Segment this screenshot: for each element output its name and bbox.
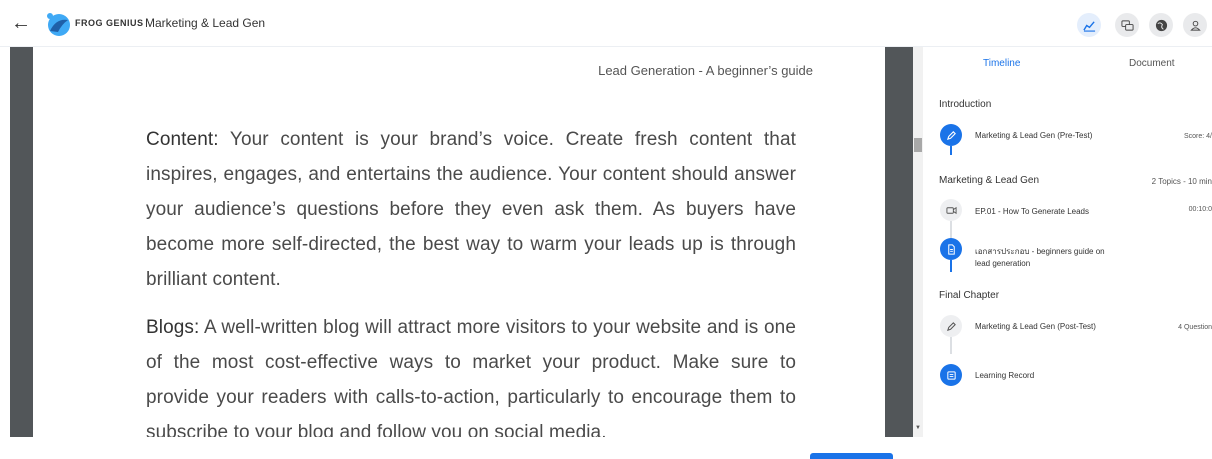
scrollbar-thumb[interactable]: [914, 138, 922, 152]
list-item[interactable]: EP.01 - How To Generate Leads: [975, 206, 1110, 218]
back-arrow-icon[interactable]: ←: [11, 12, 33, 34]
timeline-connector: [950, 146, 952, 155]
document-page: Lead Generation - A beginner’s guide Con…: [33, 47, 885, 437]
timeline-connector: [950, 221, 952, 238]
bottom-bar: [0, 437, 923, 456]
section-title: Final Chapter: [939, 290, 1000, 301]
document-icon: [940, 238, 962, 260]
video-icon: [940, 199, 962, 221]
item-questions: 4 Question: [1178, 324, 1212, 331]
course-sidebar: Timeline Document Introduction Marketing…: [923, 47, 1212, 456]
tab-document[interactable]: Document: [1129, 58, 1175, 69]
scroll-down-arrow-icon[interactable]: ▼: [915, 425, 921, 431]
page-running-header: Lead Generation - A beginner’s guide: [598, 63, 813, 78]
user-icon[interactable]: [1183, 13, 1207, 37]
item-duration: 00:10:0: [1188, 206, 1212, 213]
brand-name: FROG GENIUS: [75, 18, 144, 28]
timeline-connector: [950, 337, 952, 354]
vertical-scrollbar[interactable]: ▼: [913, 47, 923, 437]
pencil-icon: [940, 315, 962, 337]
item-score: Score: 4/: [1183, 133, 1212, 140]
chart-icon[interactable]: [1077, 13, 1101, 37]
paragraph-content: Content: Your content is your brand’s vo…: [146, 122, 796, 297]
section-final-chapter: Final Chapter: [939, 290, 1212, 301]
next-button[interactable]: [810, 453, 893, 459]
section-introduction: Introduction: [939, 99, 1212, 110]
paragraph-blogs: Blogs: A well-written blog will attract …: [146, 310, 796, 437]
timeline-connector: [950, 260, 952, 272]
course-title: Marketing & Lead Gen: [145, 16, 266, 30]
list-item[interactable]: Learning Record: [975, 370, 1110, 382]
record-icon: [940, 364, 962, 386]
list-item[interactable]: เอกสารประกอบ - beginners guide on lead g…: [975, 246, 1110, 270]
frog-genius-logo: [44, 10, 72, 38]
globe-icon[interactable]: [1149, 13, 1173, 37]
section-title: Marketing & Lead Gen: [939, 175, 1040, 186]
list-item[interactable]: Marketing & Lead Gen (Pre-Test): [975, 130, 1110, 142]
tab-timeline[interactable]: Timeline: [983, 58, 1020, 69]
pencil-icon: [940, 124, 962, 146]
paragraph-term: Blogs:: [146, 317, 200, 338]
paragraph-text: A well-written blog will attract more vi…: [146, 317, 796, 437]
top-header: ← FROG GENIUS Marketing & Lead Gen: [0, 0, 1212, 47]
paragraph-term: Content:: [146, 129, 219, 150]
section-meta: 2 Topics - 10 min: [1151, 177, 1212, 186]
section-title: Introduction: [939, 99, 992, 110]
paragraph-text: Your content is your brand’s voice. Crea…: [146, 129, 796, 290]
chat-icon[interactable]: [1115, 13, 1139, 37]
list-item[interactable]: Marketing & Lead Gen (Post-Test): [975, 321, 1110, 333]
